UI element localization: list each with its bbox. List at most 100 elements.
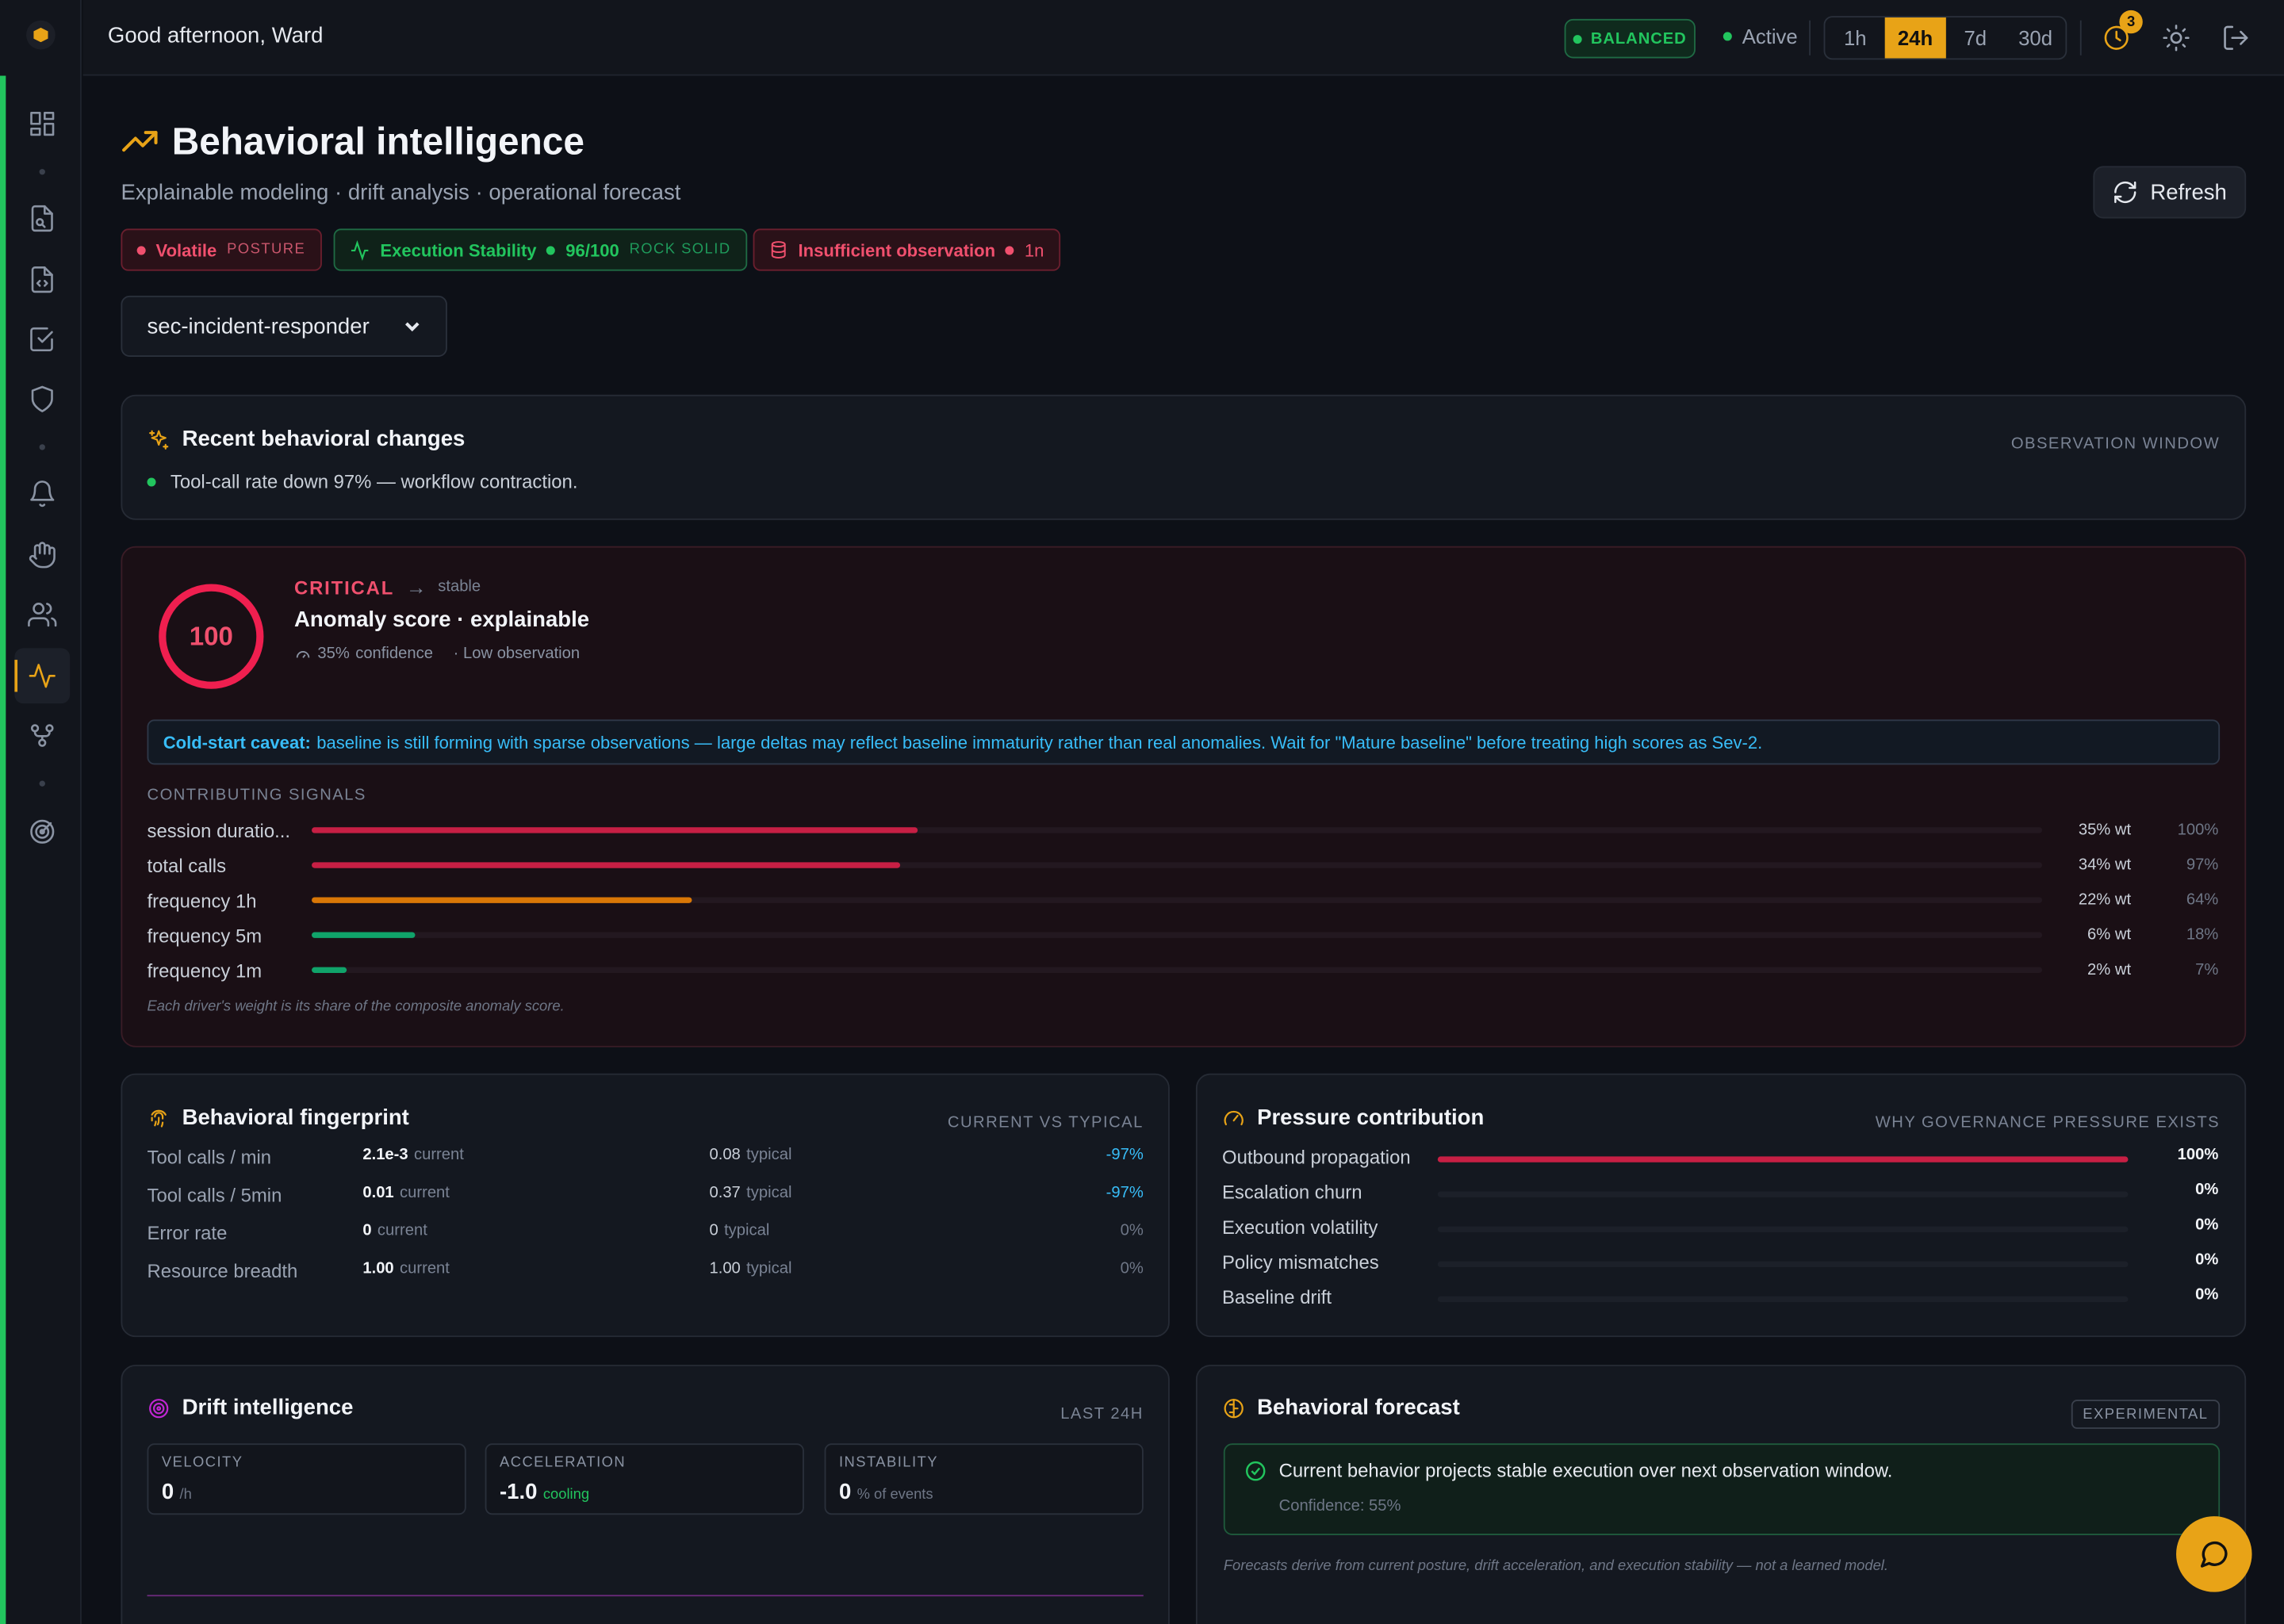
pressure-track bbox=[1437, 1156, 2129, 1162]
current-suffix: current bbox=[377, 1222, 427, 1240]
range-24h[interactable]: 24h bbox=[1885, 17, 1945, 59]
pressure-track bbox=[1437, 1226, 2129, 1232]
app-logo[interactable] bbox=[26, 20, 56, 50]
anomaly-score-ring: 100 bbox=[159, 584, 264, 689]
sidebar bbox=[0, 0, 82, 1624]
activity-icon[interactable] bbox=[25, 658, 59, 693]
shield-icon[interactable] bbox=[25, 381, 59, 416]
signals-heading: CONTRIBUTING SIGNALS bbox=[147, 786, 366, 804]
signal-percent: 18% bbox=[2186, 926, 2219, 944]
hand-icon[interactable] bbox=[25, 538, 59, 573]
recent-changes-title: Recent behavioral changes bbox=[182, 427, 466, 452]
signal-weight: 2% wt bbox=[2087, 961, 2132, 979]
stability-chip[interactable]: Execution Stability 96/100 ROCK SOLID bbox=[333, 228, 747, 271]
current-value: 2.1e-3 bbox=[362, 1146, 408, 1164]
anomaly-title: Anomaly score · explainable bbox=[294, 607, 590, 633]
refresh-button[interactable]: Refresh bbox=[2093, 166, 2247, 219]
pressure-label: Baseline drift bbox=[1221, 1285, 1332, 1308]
mode-badge[interactable]: BALANCED bbox=[1564, 18, 1696, 59]
pressure-value: 0% bbox=[2195, 1216, 2219, 1234]
bell-icon[interactable] bbox=[25, 477, 59, 511]
pressure-label: Execution volatility bbox=[1221, 1216, 1378, 1239]
fingerprint-row: Tool calls / min 2.1e-3 current 0.08 typical… bbox=[148, 1147, 1144, 1173]
time-range-selector[interactable]: 1h 24h 7d 30d bbox=[1823, 16, 2067, 60]
agent-select[interactable]: sec-incident-responder bbox=[121, 295, 447, 358]
observation-chip[interactable]: Insufficient observation 1n bbox=[753, 228, 1060, 271]
posture-value: Volatile bbox=[155, 239, 217, 260]
sun-icon[interactable] bbox=[2162, 23, 2191, 52]
signal-track bbox=[312, 897, 2043, 903]
file-audit-icon[interactable] bbox=[25, 201, 59, 236]
caveat-title: Cold-start caveat: bbox=[163, 731, 311, 753]
fingerprint-card: Behavioral fingerprint CURRENT VS TYPICA… bbox=[121, 1073, 1170, 1338]
range-30d[interactable]: 30d bbox=[2006, 17, 2066, 58]
chat-button[interactable] bbox=[2176, 1516, 2252, 1592]
fingerprint-tag: CURRENT VS TYPICAL bbox=[947, 1114, 1144, 1132]
nav-separator bbox=[39, 169, 45, 175]
instability-label: INSTABILITY bbox=[838, 1454, 938, 1472]
refresh-icon bbox=[2114, 181, 2136, 204]
pressure-value: 100% bbox=[2177, 1146, 2219, 1164]
posture-chip[interactable]: Volatile POSTURE bbox=[121, 228, 322, 271]
typical-suffix: typical bbox=[746, 1184, 792, 1202]
mode-badge-label: BALANCED bbox=[1590, 29, 1687, 48]
sidebar-accent-bar bbox=[0, 75, 6, 1624]
range-1h[interactable]: 1h bbox=[1825, 17, 1885, 58]
pressure-value: 0% bbox=[2195, 1251, 2219, 1269]
radar-icon[interactable] bbox=[25, 814, 59, 849]
signal-row: total calls 34% wt 97% bbox=[148, 853, 2221, 876]
signal-bar bbox=[312, 862, 900, 868]
logout-icon[interactable] bbox=[2221, 23, 2251, 52]
fingerprint-row: Resource breadth 1.00 current 1.00 typical 0% bbox=[148, 1260, 1144, 1286]
current-value: 1.00 bbox=[362, 1259, 394, 1277]
greeting: Good afternoon, Ward bbox=[107, 23, 324, 48]
checkbox-icon[interactable] bbox=[25, 322, 59, 357]
drift-sparkline bbox=[147, 1595, 1144, 1597]
chat-icon bbox=[2200, 1541, 2228, 1568]
signal-bar bbox=[312, 897, 693, 903]
page-title: Behavioral intelligence bbox=[171, 119, 584, 163]
signal-percent: 100% bbox=[2177, 821, 2219, 839]
signal-label: frequency 1m bbox=[147, 959, 263, 982]
signal-label: total calls bbox=[147, 854, 227, 876]
pressure-row: Escalation churn 0% bbox=[1222, 1182, 2218, 1208]
database-icon bbox=[771, 241, 786, 259]
pressure-label: Outbound propagation bbox=[1221, 1146, 1411, 1169]
range-7d[interactable]: 7d bbox=[1945, 17, 2006, 58]
forecast-confidence: Confidence: 55% bbox=[1278, 1497, 1401, 1515]
file-code-icon[interactable] bbox=[25, 262, 59, 297]
confidence-suffix: confidence bbox=[355, 645, 433, 663]
typical-value: 0 bbox=[709, 1222, 719, 1240]
velocity-unit: /h bbox=[179, 1487, 192, 1503]
current-suffix: current bbox=[400, 1259, 450, 1277]
pressure-bar bbox=[1437, 1156, 2129, 1162]
metric-label: Tool calls / min bbox=[147, 1146, 272, 1169]
anomaly-card: 100 CRITICAL → stable Anomaly score · ex… bbox=[121, 546, 2247, 1048]
cold-start-caveat: Cold-start caveat: baseline is still for… bbox=[147, 719, 2221, 765]
velocity-label: VELOCITY bbox=[161, 1454, 243, 1472]
signal-track bbox=[312, 827, 2043, 833]
typical-suffix: typical bbox=[724, 1222, 770, 1240]
typical-value: 1.00 bbox=[709, 1259, 741, 1277]
stability-grade: ROCK SOLID bbox=[629, 241, 731, 259]
users-icon[interactable] bbox=[25, 597, 59, 632]
dashboard-icon[interactable] bbox=[25, 106, 59, 141]
signal-weight: 6% wt bbox=[2087, 926, 2132, 944]
target-icon bbox=[149, 1398, 169, 1418]
workflow-icon[interactable] bbox=[25, 718, 59, 753]
signal-row: frequency 1h 22% wt 64% bbox=[148, 888, 2221, 911]
acceleration-value: -1.0 bbox=[499, 1480, 538, 1505]
forecast-heading: Behavioral forecast bbox=[1222, 1396, 1460, 1420]
observation-count: 1n bbox=[1024, 239, 1044, 260]
posture-label: POSTURE bbox=[227, 241, 306, 259]
pressure-row: Baseline drift 0% bbox=[1222, 1286, 2218, 1312]
observation-label: Insufficient observation bbox=[798, 239, 996, 260]
metric-label: Resource breadth bbox=[147, 1259, 298, 1282]
current-value: 0 bbox=[362, 1222, 372, 1240]
signal-percent: 97% bbox=[2186, 856, 2219, 875]
nav-separator bbox=[39, 444, 45, 450]
acceleration-unit: cooling bbox=[542, 1487, 590, 1503]
anomaly-footnote: Each driver's weight is its share of the… bbox=[147, 999, 565, 1016]
instability-value: 0 bbox=[838, 1480, 852, 1505]
pressure-tag: WHY GOVERNANCE PRESSURE EXISTS bbox=[1875, 1114, 2221, 1132]
